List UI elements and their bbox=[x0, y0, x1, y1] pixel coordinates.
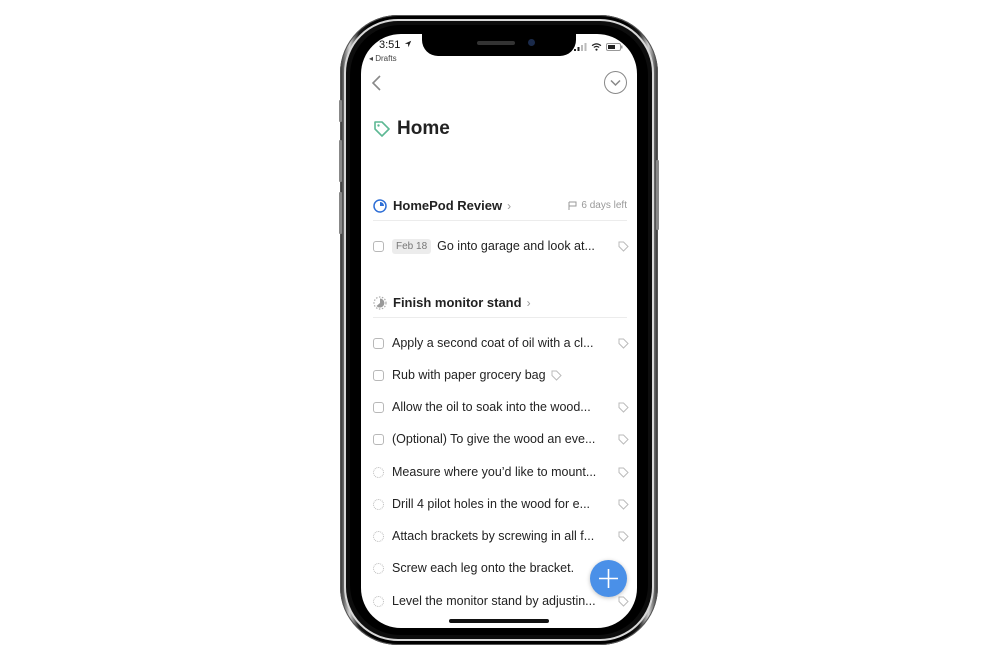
task-checkbox[interactable] bbox=[373, 337, 384, 349]
project-name: HomePod Review bbox=[393, 198, 503, 213]
task-title: Attach brackets by screwing in all f... bbox=[392, 529, 595, 543]
back-button[interactable] bbox=[369, 72, 385, 94]
task-row[interactable]: Rub with paper grocery bag bbox=[373, 365, 629, 385]
flag-icon bbox=[568, 201, 577, 210]
task-row[interactable]: Drill 4 pilot holes in the wood for e... bbox=[373, 494, 629, 514]
task-checkbox[interactable] bbox=[373, 369, 384, 381]
task-checkbox[interactable] bbox=[373, 562, 384, 574]
task-title: Level the monitor stand by adjustin... bbox=[392, 594, 596, 608]
task-row[interactable]: Apply a second coat of oil with a cl... bbox=[373, 333, 629, 353]
task-title: Screw each leg onto the bracket. bbox=[392, 561, 575, 575]
plus-icon bbox=[599, 569, 618, 588]
tag-icon bbox=[618, 531, 629, 542]
notch bbox=[422, 34, 576, 56]
task-title: Apply a second coat of oil with a cl... bbox=[392, 336, 594, 350]
task-checkbox[interactable] bbox=[373, 401, 384, 413]
time-text: 3:51 bbox=[379, 39, 401, 51]
task-checkbox[interactable] bbox=[373, 466, 384, 478]
project-heading-homepod-review[interactable]: HomePod Review › 6 days left bbox=[373, 191, 627, 221]
chevron-left-icon bbox=[371, 75, 381, 91]
tag-icon bbox=[618, 402, 629, 413]
chevron-down-circle-icon bbox=[610, 79, 621, 87]
page-title: Home bbox=[397, 118, 450, 139]
location-arrow-icon bbox=[405, 40, 412, 48]
page-header: Home bbox=[373, 118, 450, 140]
project-heading-finish-monitor-stand[interactable]: Finish monitor stand › bbox=[373, 288, 627, 318]
side-button bbox=[656, 160, 659, 230]
status-indicators bbox=[574, 43, 623, 51]
battery-icon bbox=[606, 43, 623, 51]
task-row[interactable]: Measure where you’d like to mount... bbox=[373, 462, 629, 482]
task-row[interactable]: Attach brackets by screwing in all f... bbox=[373, 526, 629, 546]
task-title: Allow the oil to soak into the wood... bbox=[392, 400, 591, 414]
task-title: Drill 4 pilot holes in the wood for e... bbox=[392, 497, 591, 511]
tag-icon bbox=[618, 241, 629, 252]
task-title: (Optional) To give the wood an eve... bbox=[392, 432, 596, 446]
task-title: Go into garage and look at... bbox=[437, 239, 595, 253]
deadline-text: 6 days left bbox=[581, 200, 627, 211]
volume-down-button bbox=[339, 192, 342, 234]
mute-switch bbox=[339, 100, 342, 122]
task-checkbox[interactable] bbox=[373, 595, 384, 607]
front-camera bbox=[528, 39, 535, 46]
deadline-badge: 6 days left bbox=[568, 200, 627, 211]
add-task-button[interactable] bbox=[590, 560, 627, 597]
project-name: Finish monitor stand bbox=[393, 295, 522, 310]
tag-icon bbox=[618, 434, 629, 445]
signal-icon bbox=[574, 43, 587, 51]
task-checkbox[interactable] bbox=[373, 498, 384, 510]
progress-pie-icon bbox=[373, 295, 387, 310]
tag-icon bbox=[618, 467, 629, 478]
tag-icon bbox=[551, 370, 562, 381]
wifi-icon bbox=[591, 43, 602, 51]
task-checkbox[interactable] bbox=[373, 240, 384, 252]
more-options-button[interactable] bbox=[604, 71, 627, 94]
back-to-app-link[interactable]: ◂ Drafts bbox=[369, 54, 397, 63]
tag-icon bbox=[618, 338, 629, 349]
volume-up-button bbox=[339, 140, 342, 182]
task-row[interactable]: (Optional) To give the wood an eve... bbox=[373, 429, 629, 449]
task-checkbox[interactable] bbox=[373, 433, 384, 445]
progress-pie-icon bbox=[373, 198, 387, 213]
speaker-grille bbox=[477, 41, 515, 45]
chevron-right-icon: › bbox=[507, 198, 512, 213]
task-title: Rub with paper grocery bag bbox=[392, 368, 546, 382]
home-indicator[interactable] bbox=[449, 619, 549, 623]
phone-screen: 3:51 ◂ Drafts Home HomePod Review › 6 da… bbox=[361, 34, 637, 628]
tag-icon bbox=[374, 121, 390, 137]
status-time: 3:51 bbox=[379, 39, 412, 51]
date-badge: Feb 18 bbox=[392, 238, 432, 254]
chevron-right-icon: › bbox=[526, 295, 531, 310]
task-row[interactable]: Allow the oil to soak into the wood... bbox=[373, 397, 629, 417]
task-title: Measure where you’d like to mount... bbox=[392, 465, 597, 479]
tag-icon bbox=[618, 596, 629, 607]
task-checkbox[interactable] bbox=[373, 530, 384, 542]
task-row[interactable]: Feb 18 Go into garage and look at... bbox=[373, 236, 629, 256]
tag-icon bbox=[618, 499, 629, 510]
